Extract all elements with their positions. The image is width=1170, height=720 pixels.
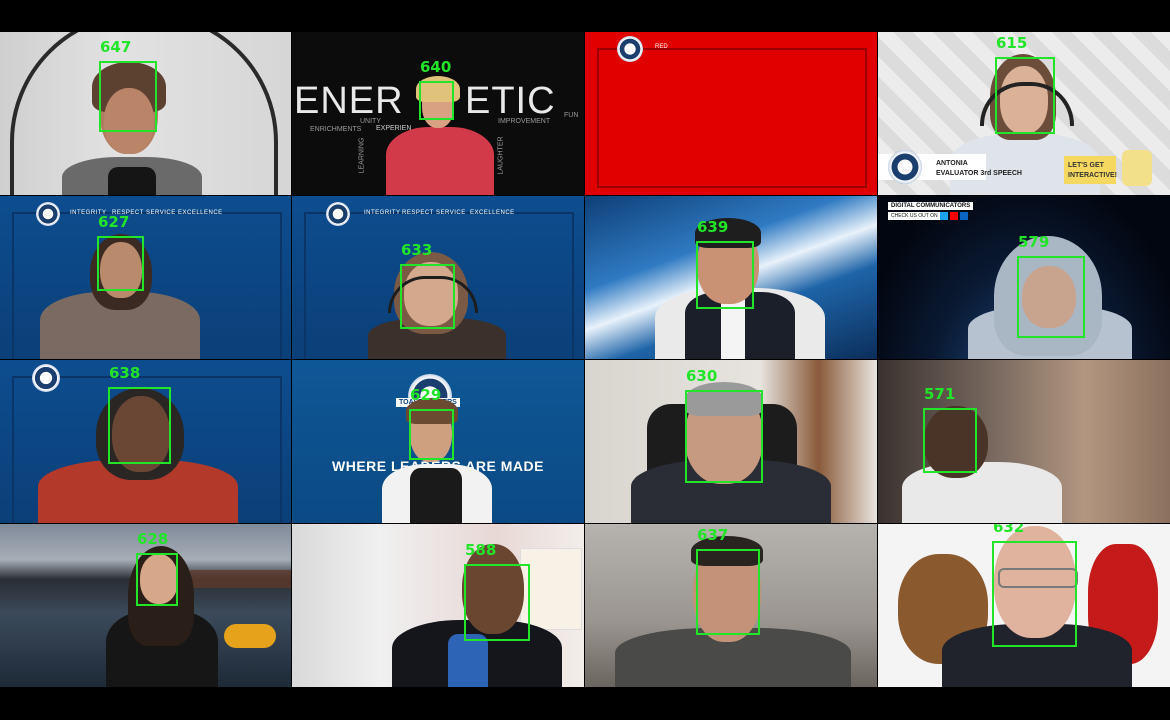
face-id-label: 571 <box>924 385 956 403</box>
banner-word: RESPECT <box>402 210 434 216</box>
face-id-label: 633 <box>401 241 433 259</box>
face-detection-box <box>99 61 157 132</box>
kayak <box>224 624 276 648</box>
bg-word: FUN <box>564 112 579 119</box>
banner-word: INTEGRITY <box>364 210 401 216</box>
face-id-label: 627 <box>98 213 130 231</box>
video-tile-14[interactable]: 588 <box>292 524 584 687</box>
tile-label: RED <box>655 44 668 50</box>
toastmasters-logo <box>32 364 60 392</box>
face-detection-box <box>409 409 454 460</box>
face-id-label: 640 <box>420 58 452 76</box>
face-id-label: 632 <box>993 524 1025 536</box>
face-detection-box <box>400 264 455 329</box>
cta-line-1: LET'S GET <box>1068 162 1104 169</box>
face-detection-box <box>419 81 454 120</box>
face-detection-box <box>1017 256 1085 338</box>
video-tile-12[interactable]: 571 <box>878 360 1170 523</box>
twitter-icon <box>940 212 948 220</box>
bg-word: LEARNING <box>358 137 366 174</box>
face-detection-box <box>108 387 171 464</box>
video-tile-3[interactable]: RED <box>585 32 877 195</box>
toastmasters-logo <box>326 202 350 226</box>
cta-line-2: INTERACTIVE! <box>1068 172 1117 179</box>
club-sub: CHECK US OUT ON <box>888 212 941 220</box>
face-id-label: 637 <box>697 526 729 544</box>
face-detection-box <box>97 236 144 291</box>
video-tile-9[interactable]: 638 <box>0 360 291 523</box>
caption-name: ANTONIA <box>936 160 968 167</box>
face-detection-box <box>696 241 754 309</box>
face-detection-box <box>685 390 763 483</box>
banner-word: SERVICE <box>436 210 466 216</box>
face-id-label: 615 <box>996 34 1028 52</box>
face-id-label: 639 <box>697 218 729 236</box>
video-tile-5[interactable]: INTEGRITY RESPECT SERVICE EXCELLENCE 627 <box>0 196 291 359</box>
crowd <box>190 570 291 588</box>
video-tile-15[interactable]: 637 <box>585 524 877 687</box>
face-id-label: 647 <box>100 38 132 56</box>
face-detection-box <box>923 408 977 473</box>
video-tile-4[interactable]: ANTONIA EVALUATOR 3rd SPEECH LET'S GET I… <box>878 32 1170 195</box>
face-detection-box <box>136 553 178 606</box>
bg-word: UNITY <box>360 118 381 125</box>
toastmasters-logo <box>888 150 922 184</box>
video-tile-2[interactable]: ENER ETIC ENRICHMENTS UNITY EXPERIEN IMP… <box>292 32 584 195</box>
video-tile-13[interactable]: 628 <box>0 524 291 687</box>
video-tile-8[interactable]: DIGITAL COMMUNICATORS CHECK US OUT ON 57… <box>878 196 1170 359</box>
bg-word: IMPROVEMENT <box>498 118 551 125</box>
toastmasters-logo <box>36 202 60 226</box>
cta-badge <box>1064 156 1116 184</box>
cup-icon <box>1122 150 1152 186</box>
face-id-label: 588 <box>465 541 497 559</box>
bg-wordcloud-main: ENER <box>294 80 404 122</box>
youtube-icon <box>950 212 958 220</box>
bg-word: LAUGHTER <box>497 136 505 175</box>
face-id-label: 579 <box>1018 233 1050 251</box>
face-id-label: 629 <box>410 386 442 404</box>
video-tile-10[interactable]: TOASTMASTERS WHERE LEADERS ARE MADE 629 <box>292 360 584 523</box>
toastmasters-logo <box>617 36 643 62</box>
video-grid: 647 ENER ETIC ENRICHMENTS UNITY EXPERIEN… <box>0 32 1170 688</box>
banner-word: EXCELLENCE <box>178 210 223 216</box>
video-tile-11[interactable]: 630 <box>585 360 877 523</box>
banner-word: SERVICE <box>146 210 176 216</box>
banner-word: EXCELLENCE <box>470 210 515 216</box>
video-tile-7[interactable]: 639 <box>585 196 877 359</box>
face-detection-box <box>464 564 530 641</box>
face-id-label: 628 <box>137 530 169 548</box>
linkedin-icon <box>960 212 968 220</box>
face-detection-box <box>995 57 1055 134</box>
video-tile-16[interactable]: 632 <box>878 524 1170 687</box>
club-name: DIGITAL COMMUNICATORS <box>888 202 974 210</box>
face-detection-box <box>992 541 1077 647</box>
caption-role: EVALUATOR 3rd SPEECH <box>936 170 1022 177</box>
bg-word: ENRICHMENTS <box>310 126 362 133</box>
video-tile-6[interactable]: INTEGRITY RESPECT SERVICE EXCELLENCE 633 <box>292 196 584 359</box>
video-tile-1[interactable]: 647 <box>0 32 291 195</box>
face-id-label: 638 <box>109 364 141 382</box>
bg-wordcloud-main-2: ETIC <box>465 80 556 122</box>
face-detection-box <box>696 549 760 635</box>
face-id-label: 630 <box>686 367 718 385</box>
